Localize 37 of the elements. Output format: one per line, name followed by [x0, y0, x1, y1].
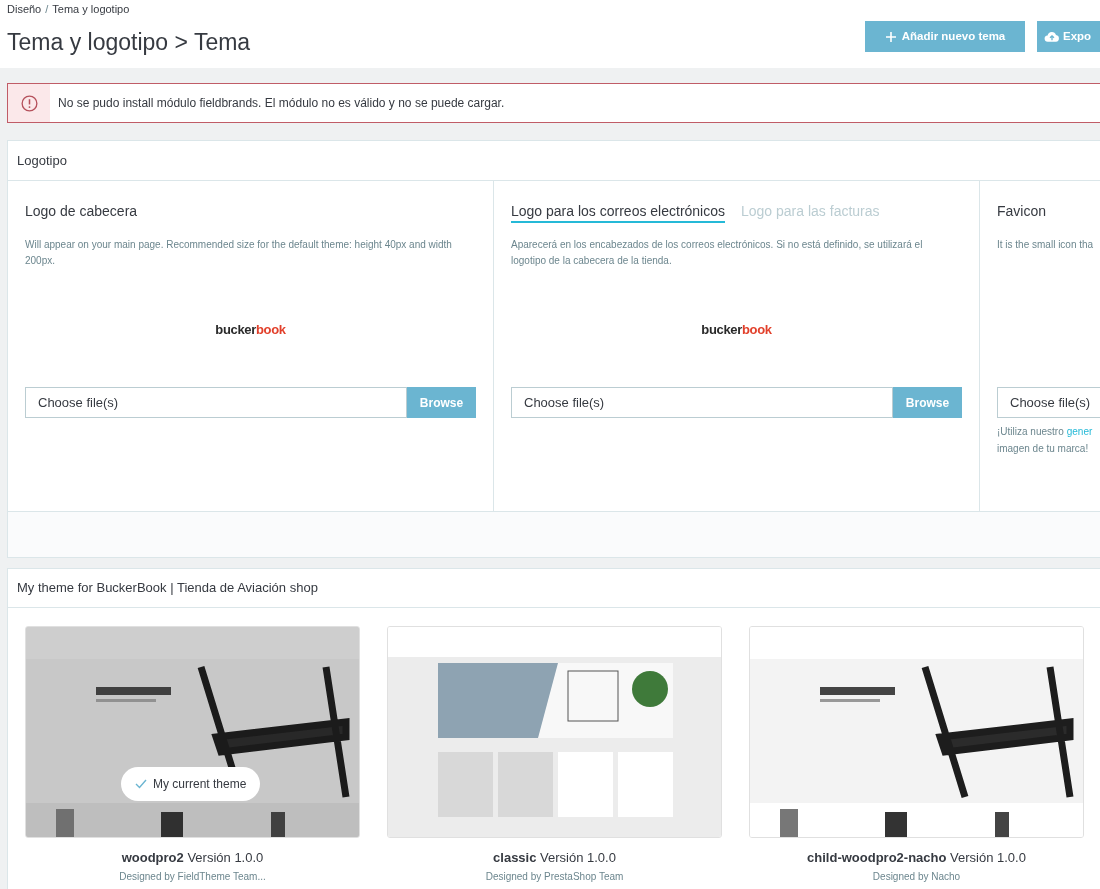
- current-theme-badge: My current theme: [121, 767, 261, 801]
- column-heading: Logo de cabecera: [25, 202, 139, 221]
- hint-text: imagen de tu marca!: [997, 442, 1089, 456]
- error-icon: [20, 94, 38, 112]
- theme-name: classic Versión 1.0.0: [493, 849, 616, 867]
- cloud-upload-icon: [1044, 30, 1060, 43]
- panel-title: Logotipo: [8, 141, 1100, 181]
- breadcrumb-link[interactable]: Diseño: [7, 1, 42, 18]
- theme-designer: Designed by FieldTheme Team...: [119, 869, 266, 884]
- file-input-field[interactable]: Choose file(s): [25, 387, 407, 418]
- page-title: Tema y logotipo > Tema: [7, 27, 251, 57]
- hint-text: ¡Utiliza nuestro: [997, 425, 1064, 439]
- alert-message: No se pudo install módulo fieldbrands. El módulo no es válido y no se puede cargar.: [57, 95, 505, 112]
- field-description: It is the small icon tha: [997, 238, 1093, 252]
- field-description: Aparecerá en los encabezados de los correos electrónicos. Si no está definido, se utilizará el logotipo de la cabecera de la tienda.: [511, 238, 924, 268]
- field-description: Will appear on your main page. Recommended size for the default theme: height 40px and width 200px.: [25, 238, 453, 268]
- breadcrumb-link[interactable]: Tema y logotipo: [52, 1, 130, 18]
- tab[interactable]: Logo para las facturas: [741, 201, 880, 223]
- add-theme-button[interactable]: Añadir nuevo tema: [865, 21, 1025, 52]
- theme-designer: Designed by Nacho: [872, 869, 961, 884]
- file-input-field[interactable]: Choose file(s): [511, 387, 893, 418]
- browse-button[interactable]: Browse: [407, 387, 476, 418]
- browse-button[interactable]: Browse: [893, 387, 962, 418]
- file-input-field[interactable]: Choose file(s): [997, 387, 1100, 418]
- theme-designer: Designed by PrestaShop Team: [485, 869, 624, 884]
- check-icon: [135, 779, 147, 789]
- tab[interactable]: Logo para los correos electrónicos: [511, 201, 725, 223]
- shop-logo: buckerbook: [701, 321, 772, 340]
- panel-title: My theme for BuckerBook | Tienda de Aviación shop: [8, 569, 1100, 608]
- theme-name: child-woodpro2-nacho Versión 1.0.0: [807, 849, 1026, 867]
- export-button[interactable]: Expo: [1037, 21, 1100, 52]
- shop-logo: buckerbook: [215, 321, 286, 340]
- generator-link[interactable]: gener: [1066, 423, 1093, 440]
- column-heading: Favicon: [997, 202, 1048, 221]
- theme-name: woodpro2 Versión 1.0.0: [121, 849, 264, 867]
- plus-icon: [884, 30, 897, 43]
- breadcrumb-separator: /: [45, 2, 49, 17]
